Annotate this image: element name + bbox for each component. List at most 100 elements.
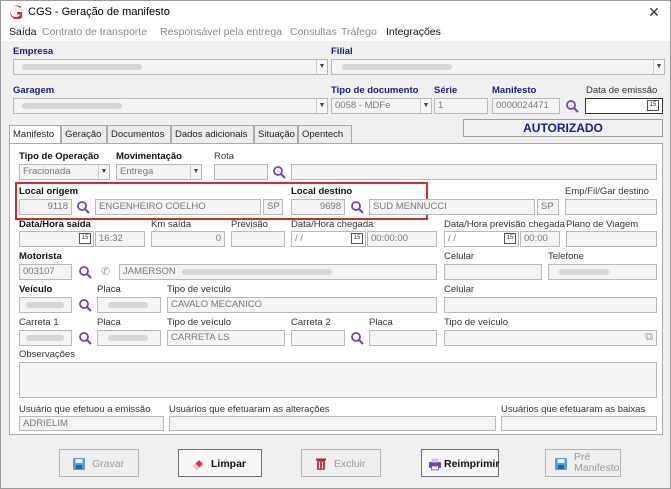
tipo-veiculo2-label: Tipo de veículo [167,317,232,328]
usuario-emissao-label: Usuário que efetuou a emissão [19,404,151,415]
local-origem-name-input[interactable]: ENGENHEIRO COELHO [95,199,261,215]
movimentacao-select[interactable]: Entrega ▼ [116,164,202,180]
tab-documentos[interactable]: Documentos [107,125,171,144]
carreta2-code-input[interactable] [291,330,345,346]
reimprimir-button[interactable]: Reimprimir [421,449,499,477]
usuarios-alteracoes-input[interactable] [169,416,496,431]
magnifier-icon[interactable] [350,200,364,214]
local-destino-uf-input[interactable]: SP [537,199,559,215]
tab-situacao[interactable]: Situação [254,125,298,144]
pre-manifesto-label: Pré Manifesto [574,452,620,474]
emp-fil-gar-label: Emp/Fil/Gar destino [565,186,649,197]
placa-label: Placa [97,284,121,295]
tab-geracao[interactable]: Geração [61,125,107,144]
observacoes-textarea[interactable] [19,362,657,398]
tipo-veiculo3-input[interactable]: ⧉ [444,330,657,346]
tab-opentech[interactable]: Opentech [298,125,352,144]
movimentacao-label: Movimentação [116,151,182,162]
rota-description-input[interactable] [291,164,657,180]
motorista-name-input[interactable]: JAMERSON [119,264,437,280]
emp-fil-gar-input[interactable] [565,199,657,215]
garagem-select[interactable]: ▼ [13,98,328,114]
local-destino-label: Local destino [291,186,353,197]
magnifier-icon[interactable] [78,331,92,345]
menu-item-saida[interactable]: Saída [9,26,36,38]
limpar-button[interactable]: Limpar [178,449,262,477]
tab-manifesto[interactable]: Manifesto [9,125,61,145]
local-origem-code-input[interactable]: 9118 [19,199,72,215]
magnifier-icon[interactable] [565,99,579,113]
magnifier-icon[interactable] [78,298,92,312]
chevron-down-icon[interactable]: ▼ [190,165,201,179]
veiculo-code-input[interactable] [19,297,72,313]
pre-manifesto-button[interactable]: Pré Manifesto [545,449,621,477]
chevron-down-icon[interactable]: ▼ [420,99,431,113]
calendar-icon[interactable]: 15 [504,233,516,244]
close-button[interactable]: ✕ [644,3,664,21]
data-previsao-chegada-input[interactable]: / / 15 [444,231,519,247]
filial-select[interactable]: ▼ [331,59,665,75]
gravar-button[interactable]: Gravar [59,449,139,477]
tipo-veiculo2-input[interactable]: CARRETA LS [167,330,285,346]
trailer-icon[interactable]: ⧉ [645,331,653,344]
calendar-icon[interactable]: 15 [79,233,91,244]
data-emissao-input[interactable]: 15 [585,98,663,114]
excluir-button[interactable]: Excluir [301,449,381,477]
previsao-input[interactable] [231,231,285,247]
magnifier-icon[interactable] [76,200,90,214]
magnifier-icon[interactable] [350,331,364,345]
menu-item-contrato-transporte[interactable]: Contrato de transporte [42,26,147,38]
serie-input[interactable]: 1 [434,98,488,114]
usuario-emissao-input[interactable]: ADRIELIM [19,416,164,431]
plano-viagem-input[interactable] [566,231,657,247]
driver-badge-icon[interactable]: ✆ [101,265,110,278]
hora-saida-input[interactable]: 16:32 [95,231,145,247]
local-destino-name-input[interactable]: SUD MENNUCCI [369,199,535,215]
status-badge: AUTORIZADO [463,119,663,137]
celular-input[interactable] [444,264,542,280]
tab-dados-adicionais[interactable]: Dados adicionais [171,125,254,144]
redacted-text [26,302,64,308]
placa-input[interactable] [97,297,161,313]
calendar-icon[interactable]: 15 [351,233,363,244]
menu-item-trafego[interactable]: Tráfego [341,26,377,38]
celular2-input[interactable] [444,297,657,313]
chevron-down-icon[interactable]: ▼ [316,60,327,74]
placa3-input[interactable] [369,330,437,346]
tipo-documento-value: 0058 - MDFe [335,100,391,111]
floppy-disk-icon [73,458,85,470]
data-chegada-input[interactable]: / / 15 [291,231,366,247]
tipo-operacao-select[interactable]: Fracionada ▼ [19,164,110,180]
manifesto-input[interactable]: 0000024471 [492,98,560,114]
km-saida-input[interactable]: 0 [151,231,225,247]
usuarios-baixas-input[interactable] [501,416,657,431]
local-destino-code-input[interactable]: 9698 [291,199,345,215]
calendar-icon[interactable]: 15 [647,100,659,111]
app-window: CGS - Geração de manifesto ✕ Saída Contr… [0,0,671,489]
hora-previsao-chegada-input[interactable]: 00:00 [520,231,560,247]
chevron-down-icon[interactable]: ▼ [316,99,327,113]
tipo-veiculo-input[interactable]: CAVALO MECANICO [167,297,437,313]
tipo-documento-select[interactable]: 0058 - MDFe ▼ [331,98,432,114]
magnifier-icon[interactable] [272,165,286,179]
motorista-code-input[interactable]: 003107 [19,264,72,280]
empresa-select[interactable]: ▼ [13,59,328,75]
data-saida-input[interactable]: 15 [19,231,94,247]
menu-item-integracoes[interactable]: Integrações [386,26,441,38]
chevron-down-icon[interactable]: ▼ [653,60,664,74]
magnifier-icon[interactable] [78,265,92,279]
menu-item-responsavel-entrega[interactable]: Responsável pela entrega [160,26,282,38]
chevron-down-icon[interactable]: ▼ [98,165,109,179]
placa2-input[interactable] [97,330,161,346]
placa2-label: Placa [97,317,121,328]
menu-item-consultas[interactable]: Consultas [290,26,337,38]
carreta1-code-input[interactable] [19,330,72,346]
telefone-input[interactable] [548,264,657,280]
celular-label: Celular [444,251,475,262]
hora-chegada-input[interactable]: 00:00:00 [367,231,437,247]
title-bar: CGS - Geração de manifesto ✕ [1,1,670,23]
rota-code-input[interactable] [214,164,268,180]
reimprimir-label: Reimprimir [444,458,500,470]
local-origem-uf-input[interactable]: SP [263,199,283,215]
placa3-label: Placa [369,317,393,328]
